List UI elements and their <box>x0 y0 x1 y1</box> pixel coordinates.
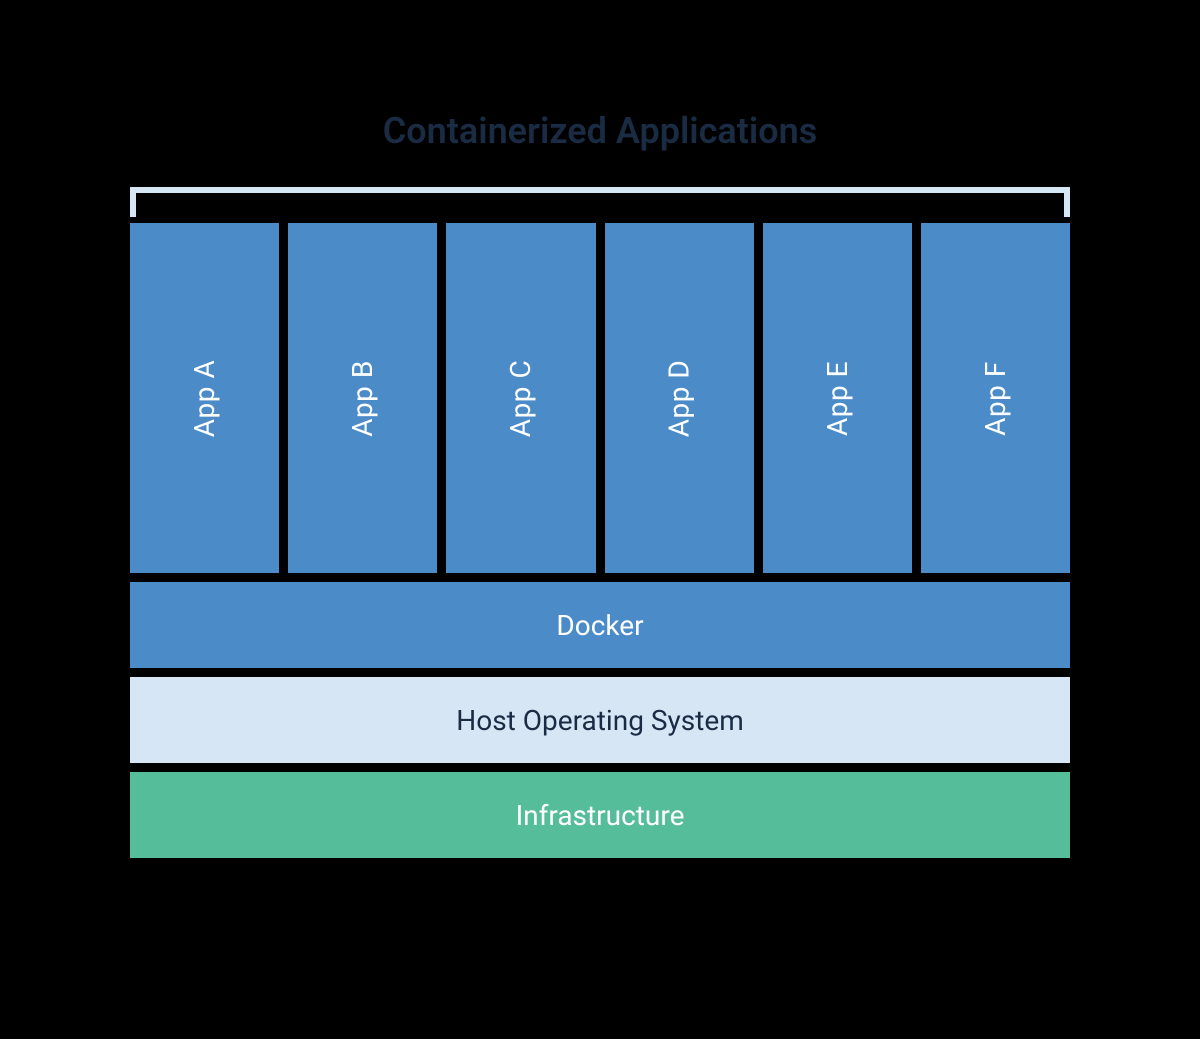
app-label: App A <box>188 359 221 436</box>
app-label: App D <box>663 359 696 437</box>
app-box-e: App E <box>763 223 912 573</box>
app-box-a: App A <box>130 223 279 573</box>
diagram-title: Containerized Applications <box>383 110 817 152</box>
apps-bracket <box>130 187 1070 217</box>
apps-row: App A App B App C App D App E App F <box>130 223 1070 573</box>
app-box-f: App F <box>921 223 1070 573</box>
app-label: App E <box>821 360 854 435</box>
app-box-c: App C <box>446 223 595 573</box>
app-label: App C <box>504 359 537 436</box>
app-box-d: App D <box>605 223 754 573</box>
layer-infrastructure: Infrastructure <box>130 772 1070 858</box>
architecture-diagram: App A App B App C App D App E App F Dock… <box>130 187 1070 858</box>
layer-host-os: Host Operating System <box>130 677 1070 763</box>
layer-docker: Docker <box>130 582 1070 668</box>
app-box-b: App B <box>288 223 437 573</box>
app-label: App B <box>346 360 379 437</box>
app-label: App F <box>979 361 1012 436</box>
